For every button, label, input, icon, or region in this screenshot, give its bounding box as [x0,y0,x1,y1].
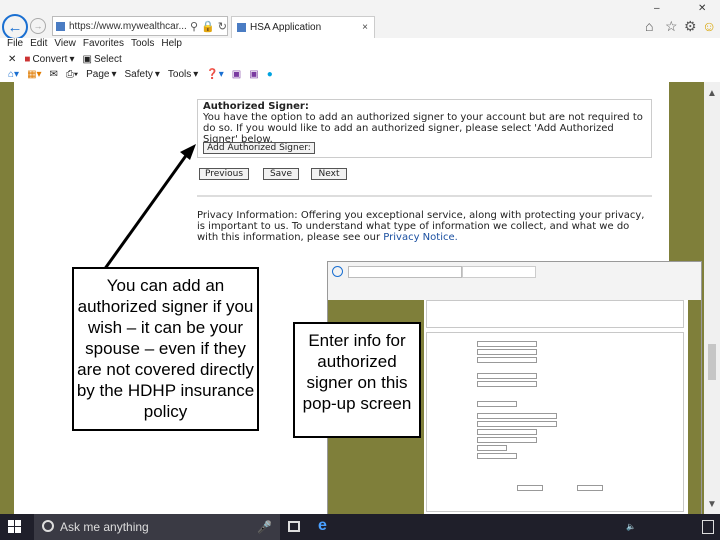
callout-popup-instructions: Enter info for authorized signer on this… [293,322,421,438]
popup-button [577,485,603,491]
microphone-icon[interactable]: 🎤 [257,514,272,540]
popup-field [477,413,557,419]
popup-form [424,300,688,527]
popup-command-bar [328,288,701,298]
popup-address-bar [348,266,462,278]
popup-field [477,373,537,379]
windows-start-icon[interactable] [8,520,22,534]
participant-demographics-box [426,332,684,512]
taskbar-search-box[interactable]: Ask me anything 🎤 [34,514,280,540]
popup-field [477,341,537,347]
popup-field [477,453,517,459]
popup-field [477,437,537,443]
system-tray: 🔈 [622,514,720,540]
popup-back-icon [332,266,343,277]
popup-field [477,401,517,407]
popup-field [477,349,537,355]
popup-field [477,421,557,427]
popup-field [477,357,537,363]
popup-info-box [426,300,684,328]
popup-field [477,445,507,451]
popup-menu-bar [328,278,701,287]
task-view-icon[interactable] [288,521,300,532]
volume-icon[interactable]: 🔈 [626,522,636,531]
windows-taskbar: Ask me anything 🎤 e 🔈 [0,514,720,540]
popup-button [517,485,543,491]
popup-field [477,381,537,387]
popup-field [477,429,537,435]
cortana-icon [42,520,54,532]
notifications-icon[interactable] [702,520,714,534]
search-placeholder: Ask me anything [60,520,149,534]
popup-right-border [688,300,701,527]
callout-authorized-signer-note: You can add an authorized signer if you … [72,267,259,431]
popup-tab [462,266,536,278]
edge-browser-icon[interactable]: e [318,517,327,535]
